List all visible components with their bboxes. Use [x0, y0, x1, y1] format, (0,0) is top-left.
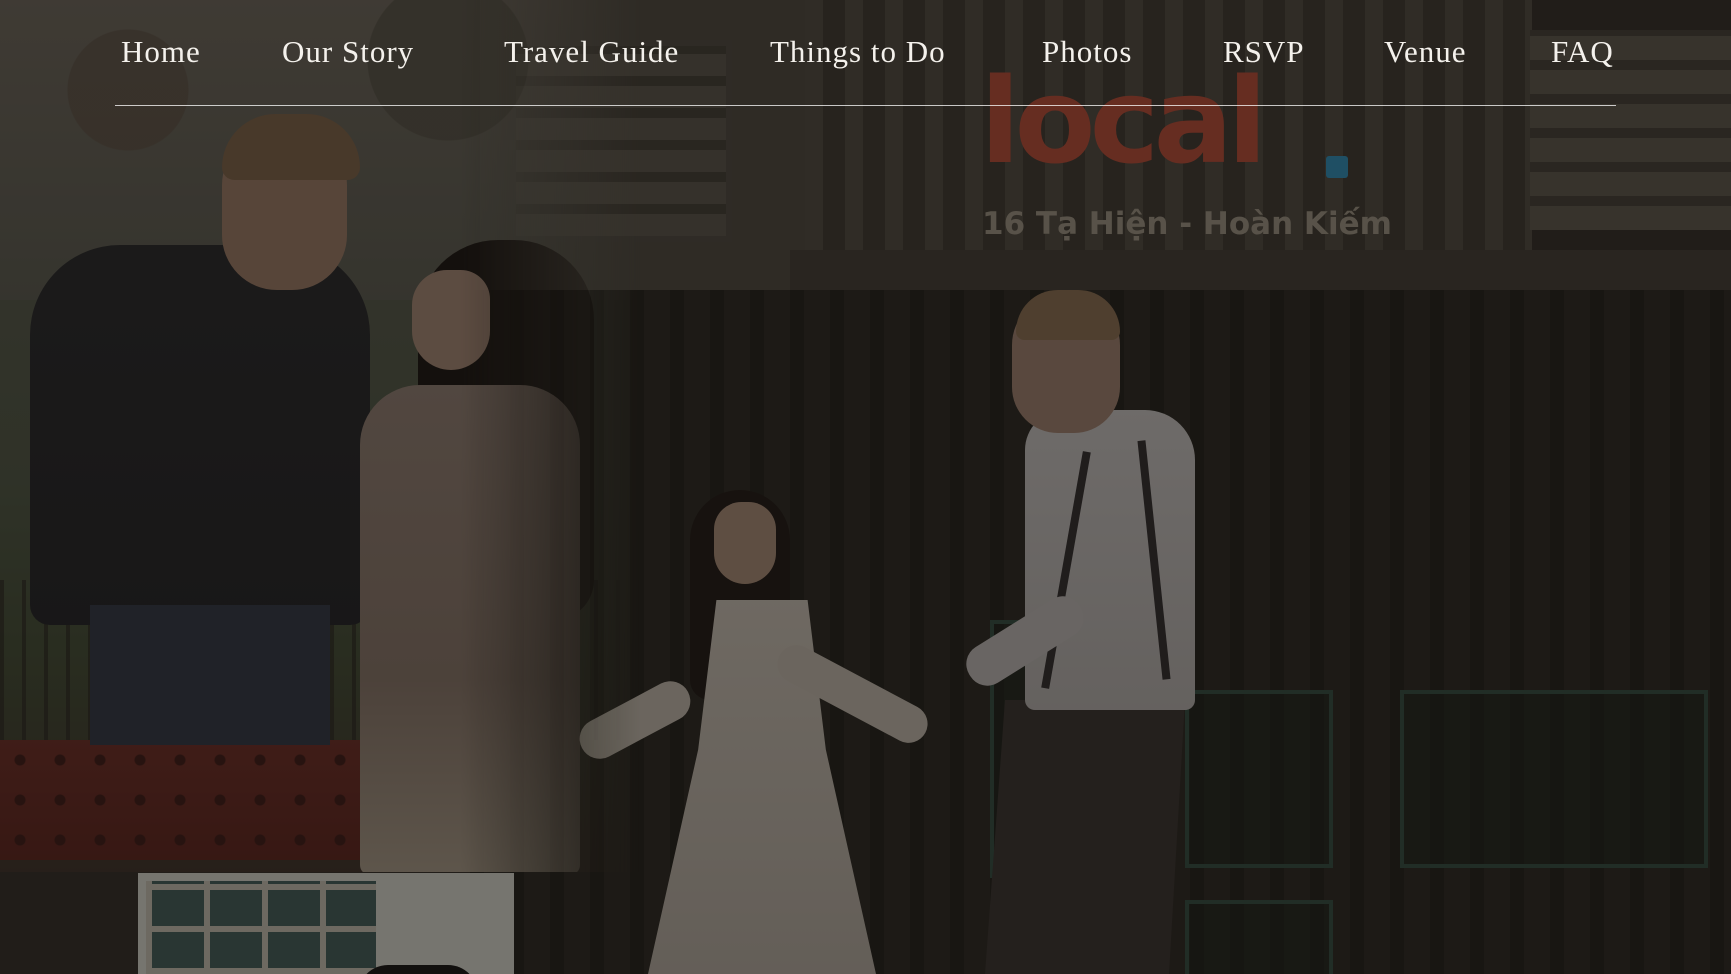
main-navigation: Home Our Story Travel Guide Things to Do… [115, 0, 1616, 106]
hero-photo-collage: local 16 Tạ Hiện - Hoàn Kiếm [0, 0, 1731, 974]
nav-link-home[interactable]: Home [121, 36, 201, 67]
nav-link-travel-guide[interactable]: Travel Guide [504, 36, 679, 67]
nav-link-things-to-do[interactable]: Things to Do [770, 36, 946, 67]
nav-link-photos[interactable]: Photos [1042, 36, 1132, 67]
hero-dark-overlay [0, 0, 1731, 974]
nav-link-faq[interactable]: FAQ [1551, 36, 1614, 67]
nav-link-venue[interactable]: Venue [1384, 36, 1466, 67]
nav-link-rsvp[interactable]: RSVP [1223, 36, 1305, 67]
nav-link-our-story[interactable]: Our Story [282, 36, 414, 67]
